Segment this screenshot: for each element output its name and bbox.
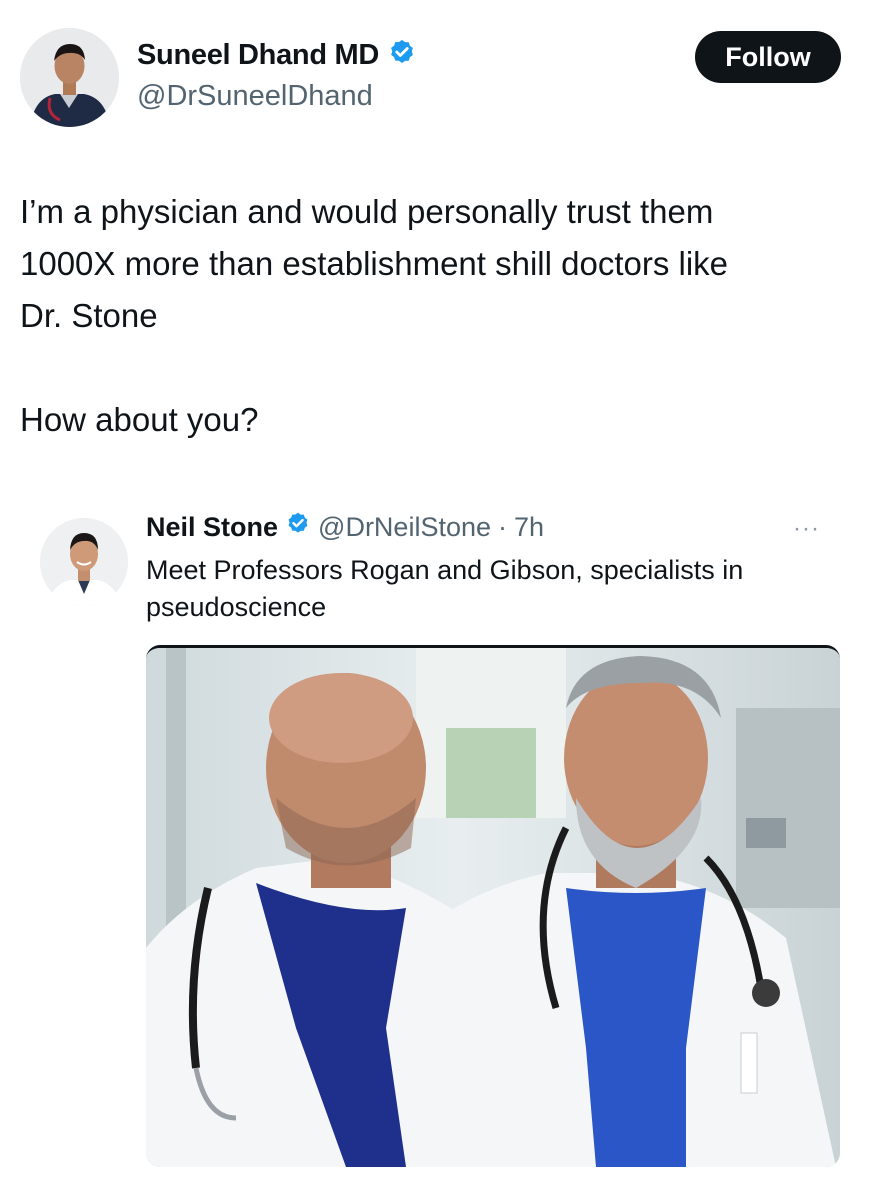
author-name[interactable]: Suneel Dhand MD — [137, 39, 379, 72]
quoted-tweet-header: Neil Stone @DrNeilStone · 7h — [146, 511, 544, 544]
quoted-timestamp[interactable]: 7h — [514, 512, 544, 543]
verified-badge-icon — [387, 38, 417, 73]
quoted-author-name[interactable]: Neil Stone — [146, 512, 278, 543]
quoted-author-photo — [40, 518, 128, 606]
quoted-author-avatar[interactable] — [40, 518, 128, 606]
quoted-tweet-image[interactable] — [146, 645, 840, 1167]
doctors-photo — [146, 648, 840, 1167]
quoted-verified-badge-icon — [285, 511, 311, 544]
quoted-author-handle[interactable]: @DrNeilStone — [318, 512, 491, 543]
author-photo — [20, 28, 119, 127]
quoted-separator: · — [498, 512, 507, 542]
follow-button[interactable]: Follow — [695, 31, 841, 83]
author-handle[interactable]: @DrSuneelDhand — [137, 80, 373, 113]
quoted-tweet-text: Meet Professors Rogan and Gibson, specia… — [146, 555, 744, 622]
author-avatar[interactable] — [20, 28, 119, 127]
tweet-text: I’m a physician and would personally tru… — [20, 193, 729, 438]
author-name-row: Suneel Dhand MD — [137, 38, 417, 73]
more-options-icon[interactable]: ··· — [793, 515, 820, 543]
